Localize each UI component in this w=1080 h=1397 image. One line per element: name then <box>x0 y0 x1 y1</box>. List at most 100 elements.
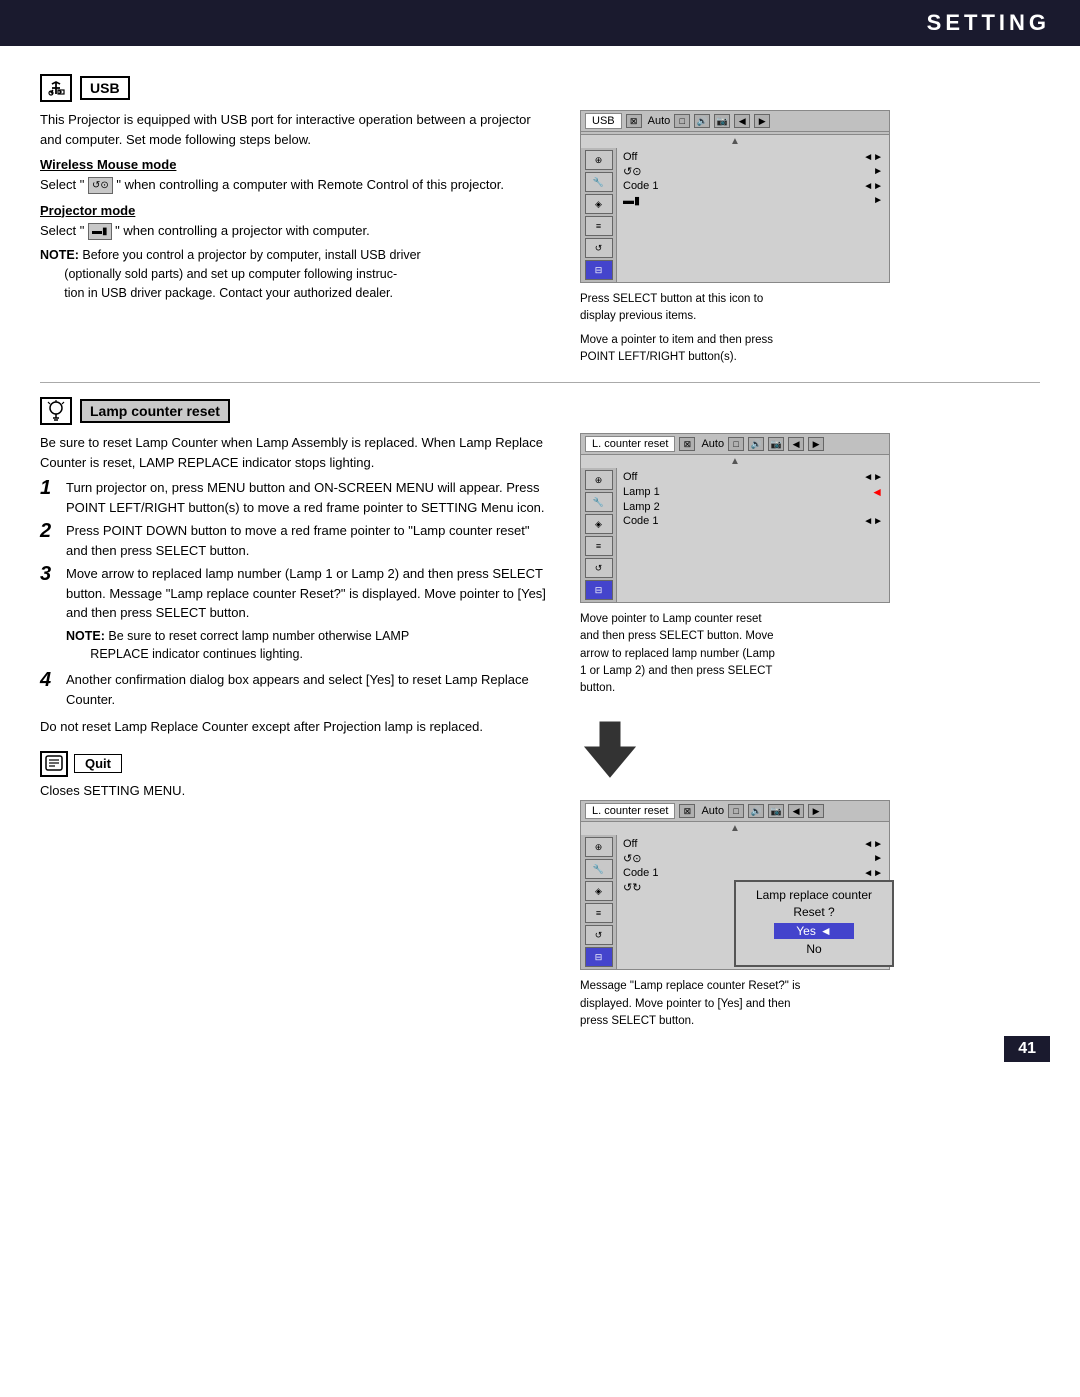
lamp2-mi-5: ▶ <box>808 804 824 818</box>
l2-s-icon-1: ⊕ <box>585 837 613 857</box>
step-2-text: Press POINT DOWN button to move a red fr… <box>66 521 550 560</box>
code-label: Code 1 <box>623 180 863 192</box>
l-s-icon-5: ↺ <box>585 558 613 578</box>
l2-s-icon-5: ↺ <box>585 925 613 945</box>
wireless-sym: ↺⊙ <box>623 165 873 178</box>
lamp2-mi-2: 🔊 <box>748 804 764 818</box>
yes-label: Yes <box>796 924 816 938</box>
lamp-menu-lamp2: Lamp 2 <box>623 501 883 513</box>
lamp-icon <box>40 397 72 425</box>
usb-intro: This Projector is equipped with USB port… <box>40 110 550 149</box>
lamp2-off-arrow: ◄► <box>863 839 883 850</box>
usb-tab: USB <box>585 113 622 129</box>
lamp2-w-arrow: ► <box>873 853 883 864</box>
l-counter-tab-1: L. counter reset <box>585 436 675 452</box>
projector-mode-label: Projector mode <box>40 203 550 218</box>
dialog-yes: Yes ◄ <box>774 923 854 939</box>
w-arrow: ► <box>873 166 883 177</box>
lamp-section-header: Lamp counter reset <box>40 397 1040 425</box>
step-3-num: 3 <box>40 562 66 586</box>
lamp-intro: Be sure to reset Lamp Counter when Lamp … <box>40 433 550 472</box>
lamp2-menu-wireless: ↺⊙ ► <box>623 852 883 865</box>
header-title: SETTING <box>927 10 1050 35</box>
step-2-row: 2 Press POINT DOWN button to move a red … <box>40 521 550 560</box>
step-4-num: 4 <box>40 668 66 692</box>
usb-right-col: USB ⊠ Auto □ 🔊 📷 ◀ ▶ ▲ ⊕ 🔧 ◈ <box>570 110 910 372</box>
lamp-menu-body-2: ⊕ 🔧 ◈ ≡ ↺ ⊟ Off ◄► <box>581 835 889 969</box>
lamp-menu-box-2: L. counter reset ⊠ Auto □ 🔊 📷 ◀ ▶ ▲ <box>580 800 890 970</box>
lamp-menu-off: Off ◄► <box>623 471 883 483</box>
sidebar-icon-3: ◈ <box>585 194 613 214</box>
lamp-note: NOTE: Be sure to reset correct lamp numb… <box>66 627 550 665</box>
lamp1-sel-arrow: ◄ <box>871 485 883 499</box>
l-s-icon-3: ◈ <box>585 514 613 534</box>
off-label: Off <box>623 151 863 163</box>
lamp-menu-sidebar-1: ⊕ 🔧 ◈ ≡ ↺ ⊟ <box>581 468 617 602</box>
proj-mode-icon: ▬▮ <box>88 223 112 240</box>
lamp2-icon-1: ⊠ <box>679 804 695 818</box>
lamp-menu-section-1: L. counter reset ⊠ Auto □ 🔊 📷 ◀ ▶ ▲ <box>580 433 890 703</box>
lamp-footer: Do not reset Lamp Replace Counter except… <box>40 717 550 737</box>
step-1-num: 1 <box>40 476 66 500</box>
menu-icon-1: ⊠ <box>626 114 642 128</box>
usb-icon <box>40 74 72 102</box>
auto-label: Auto <box>648 115 671 127</box>
usb-label: USB <box>80 76 130 100</box>
lamp2-mi-4: ◀ <box>788 804 804 818</box>
lamp-mi-3: 📷 <box>768 437 784 451</box>
menu-icon-5: ◀ <box>734 114 750 128</box>
sidebar-icon-4: ≡ <box>585 216 613 236</box>
l-s-icon-1: ⊕ <box>585 470 613 490</box>
dialog-no: No <box>774 941 854 957</box>
l-s-icon-4: ≡ <box>585 536 613 556</box>
menu-row-code: Code 1 ◄ ► <box>623 180 883 192</box>
up-arrow-area: ▲ <box>581 135 889 148</box>
menu-icon-4: 📷 <box>714 114 730 128</box>
menu-icon-2: □ <box>674 114 690 128</box>
lamp2-code: Code 1 <box>623 867 863 879</box>
lamp-menu-main-1: Off ◄► Lamp 1 ◄ Lamp 2 <box>617 468 889 602</box>
l2-s-icon-2: 🔧 <box>585 859 613 879</box>
l-counter-tab-2: L. counter reset <box>585 803 675 819</box>
lamp2-label: Lamp 2 <box>623 501 883 513</box>
quit-label: Quit <box>74 754 122 773</box>
page-header: SETTING <box>0 0 1080 46</box>
lamp-auto-1: Auto <box>701 438 724 450</box>
page-number: 41 <box>1004 1036 1050 1062</box>
lamp-bottom-callout: Message "Lamp replace counter Reset?" is… <box>580 978 810 1030</box>
lamp-code-label: Code 1 <box>623 515 863 527</box>
l-s-icon-active: ⊟ <box>585 580 613 600</box>
big-down-arrow <box>580 717 640 790</box>
usb-two-col: This Projector is equipped with USB port… <box>40 110 1040 372</box>
dialog-title: Lamp replace counter <box>748 888 880 902</box>
quit-icon-row: Quit <box>40 751 550 777</box>
usb-menu-box: USB ⊠ Auto □ 🔊 📷 ◀ ▶ ▲ ⊕ 🔧 ◈ <box>580 110 890 283</box>
up-arrow-lamp-2: ▲ <box>581 822 889 835</box>
l2-s-icon-4: ≡ <box>585 903 613 923</box>
lamp1-label: Lamp 1 <box>623 486 871 498</box>
usb-left-col: This Projector is equipped with USB port… <box>40 110 550 372</box>
l2-s-icon-active: ⊟ <box>585 947 613 967</box>
quit-text: Closes SETTING MENU. <box>40 781 550 801</box>
lamp-menu-top-bar-1: L. counter reset ⊠ Auto □ 🔊 📷 ◀ ▶ <box>581 434 889 455</box>
quit-icon <box>40 751 68 777</box>
lamp-menu-lamp1: Lamp 1 ◄ <box>623 485 883 499</box>
usb-menu-body: ⊕ 🔧 ◈ ≡ ↺ ⊟ Off ◄ ► ↺⊙ <box>581 148 889 282</box>
step-3-text: Move arrow to replaced lamp number (Lamp… <box>66 564 550 623</box>
usb-callout2: Move a pointer to item and then press PO… <box>580 332 780 367</box>
lamp-right-callout: Move pointer to Lamp counter reset and t… <box>580 611 780 697</box>
content-area: USB This Projector is equipped with USB … <box>0 46 1080 1080</box>
lamp-menu-box-1: L. counter reset ⊠ Auto □ 🔊 📷 ◀ ▶ ▲ <box>580 433 890 603</box>
lamp2-mi-1: □ <box>728 804 744 818</box>
usb-note: NOTE: Before you control a projector by … <box>40 246 550 302</box>
lamp-menu-code: Code 1 ◄► <box>623 515 883 527</box>
lamp-menu-sidebar-2: ⊕ 🔧 ◈ ≡ ↺ ⊟ <box>581 835 617 969</box>
lamp-section: Lamp counter reset Be sure to reset Lamp… <box>40 397 1040 1050</box>
menu-row-wireless: ↺⊙ ► <box>623 165 883 178</box>
lamp-two-col: Be sure to reset Lamp Counter when Lamp … <box>40 433 1040 1050</box>
lamp-left-col: Be sure to reset Lamp Counter when Lamp … <box>40 433 550 1050</box>
step-4-row: 4 Another confirmation dialog box appear… <box>40 670 550 709</box>
usb-menu-top-bar: USB ⊠ Auto □ 🔊 📷 ◀ ▶ <box>581 111 889 132</box>
lamp2-code-arrows: ◄► <box>863 868 883 879</box>
lamp2-off: Off <box>623 838 863 850</box>
